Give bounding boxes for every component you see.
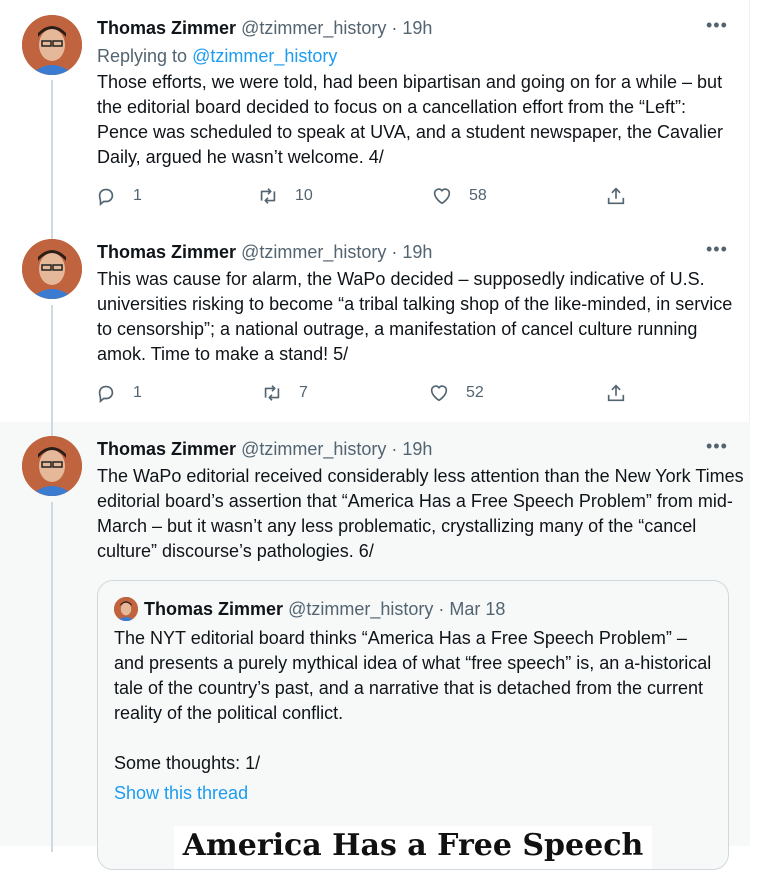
author-name: Thomas Zimmer: [144, 599, 284, 619]
retweet-button[interactable]: 10: [257, 185, 313, 207]
more-icon[interactable]: •••: [706, 239, 728, 260]
quoted-tweet-header: Thomas Zimmer @tzimmer_history · Mar 18: [144, 598, 505, 620]
avatar[interactable]: [22, 436, 82, 496]
reply-count: 1: [133, 187, 142, 204]
reply-icon: [98, 385, 114, 404]
share-button[interactable]: [605, 382, 627, 404]
replying-to-handle[interactable]: @tzimmer_history: [192, 46, 337, 66]
tweet-text: Those efforts, we were told, had been bi…: [97, 72, 724, 167]
thread-line: [51, 80, 53, 230]
thread-line: [51, 225, 53, 239]
replying-to-label: Replying to: [97, 46, 188, 66]
thread-line: [51, 502, 53, 852]
author-handle: @tzimmer_history: [288, 599, 434, 619]
share-button[interactable]: [605, 185, 627, 207]
timestamp[interactable]: 19h: [402, 242, 432, 262]
author-name[interactable]: Thomas Zimmer: [97, 242, 236, 262]
author-handle[interactable]: @tzimmer_history: [241, 18, 386, 38]
quoted-image[interactable]: America Has a Free Speech: [174, 826, 652, 869]
tweet-header: Thomas Zimmer @tzimmer_history · 19h: [97, 438, 432, 460]
avatar[interactable]: [114, 597, 138, 621]
avatar[interactable]: [22, 239, 82, 299]
separator: ·: [391, 18, 398, 38]
tweet-header: Thomas Zimmer @tzimmer_history · 19h: [97, 241, 432, 263]
author-name[interactable]: Thomas Zimmer: [97, 439, 236, 459]
separator: ·: [438, 599, 445, 619]
like-button[interactable]: 58: [431, 185, 487, 207]
timestamp[interactable]: 19h: [402, 439, 432, 459]
tweet-text: This was cause for alarm, the WaPo decid…: [97, 269, 733, 364]
quoted-tweet[interactable]: Thomas Zimmer @tzimmer_history · Mar 18 …: [97, 580, 729, 870]
more-icon[interactable]: •••: [706, 15, 728, 36]
thread-line: [51, 422, 53, 436]
quoted-text-paragraph: The NYT editorial board thinks “America …: [114, 628, 712, 723]
show-thread-link[interactable]: Show this thread: [114, 781, 248, 806]
like-count: 52: [466, 384, 484, 401]
retweet-button[interactable]: 7: [261, 382, 308, 404]
tweet-actions: 1 7 52: [95, 382, 635, 408]
reply-button[interactable]: 1: [95, 382, 142, 404]
quoted-text-paragraph: Some thoughts: 1/: [114, 753, 261, 773]
tweet-header: Thomas Zimmer @tzimmer_history · 19h: [97, 17, 432, 39]
share-icon: [607, 384, 625, 402]
retweet-count: 7: [299, 384, 308, 401]
avatar[interactable]: [22, 15, 82, 75]
timestamp[interactable]: 19h: [402, 18, 432, 38]
reply-button[interactable]: 1: [95, 185, 142, 207]
timestamp: Mar 18: [449, 599, 506, 619]
reply-count: 1: [133, 384, 142, 401]
thread-line: [51, 305, 53, 427]
timeline: Thomas Zimmer @tzimmer_history · 19h •••…: [0, 0, 750, 870]
author-handle[interactable]: @tzimmer_history: [241, 439, 386, 459]
quoted-tweet-text: The NYT editorial board thinks “America …: [114, 626, 714, 776]
author-name[interactable]: Thomas Zimmer: [97, 18, 236, 38]
like-icon: [430, 385, 448, 402]
tweet-text: The WaPo editorial received considerably…: [97, 466, 744, 561]
replying-to: Replying to @tzimmer_history: [97, 45, 337, 67]
tweet-actions: 1 10 58: [95, 185, 635, 211]
tweet-4[interactable]: Thomas Zimmer @tzimmer_history · 19h •••…: [0, 0, 750, 230]
retweet-count: 10: [295, 187, 313, 204]
retweet-icon: [264, 385, 280, 401]
share-icon: [607, 187, 625, 205]
author-handle[interactable]: @tzimmer_history: [241, 242, 386, 262]
like-button[interactable]: 52: [428, 382, 484, 404]
retweet-icon: [260, 188, 276, 204]
separator: ·: [391, 242, 398, 262]
like-icon: [433, 188, 451, 205]
more-icon[interactable]: •••: [706, 436, 728, 457]
like-count: 58: [469, 187, 487, 204]
separator: ·: [391, 439, 398, 459]
reply-icon: [98, 188, 114, 207]
tweet-5[interactable]: Thomas Zimmer @tzimmer_history · 19h •••…: [0, 225, 750, 427]
